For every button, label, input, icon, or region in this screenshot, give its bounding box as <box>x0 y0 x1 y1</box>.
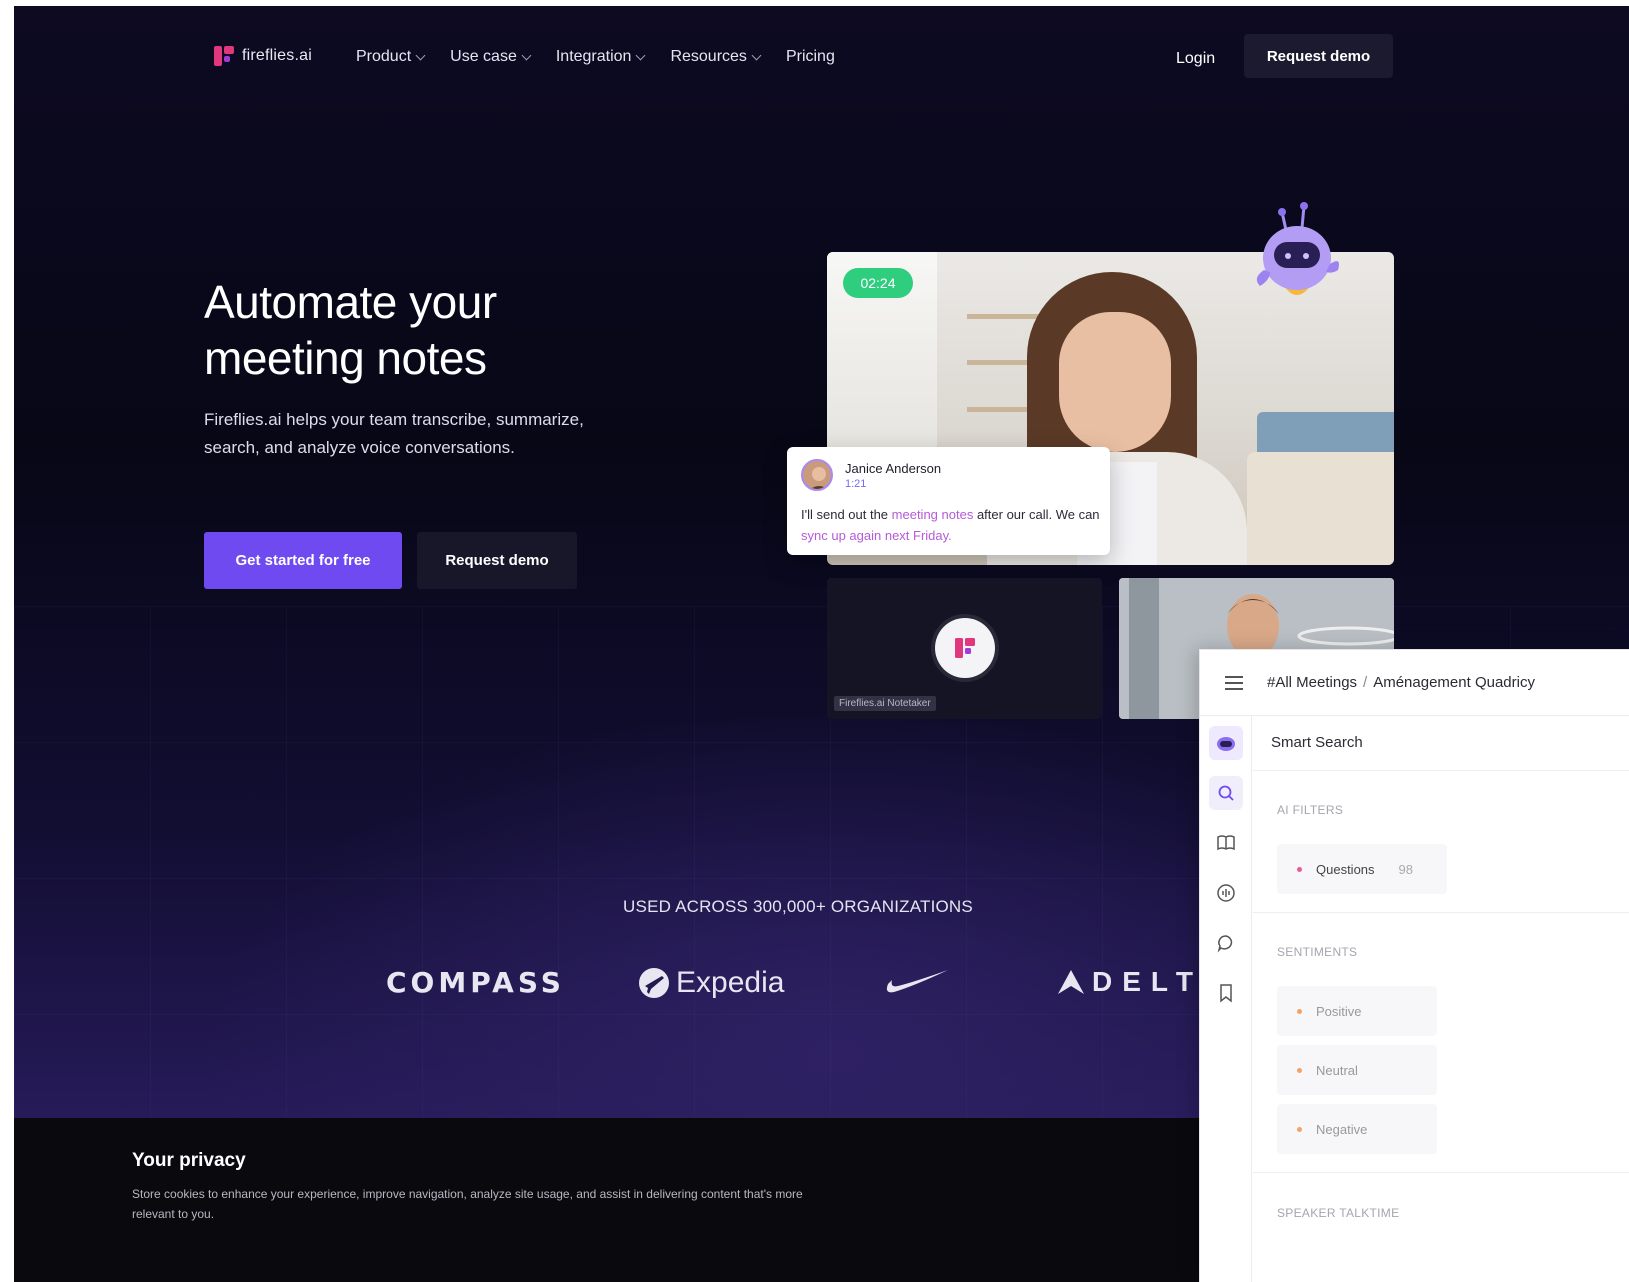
app-panel: #All Meetings / Aménagement Quadricy Smart… <box>1199 649 1629 1282</box>
transcript-text: I'll send out the meeting notes after ou… <box>801 507 1100 543</box>
privacy-text: Store cookies to enhance your experience… <box>132 1187 803 1221</box>
nav-item-label: Use case <box>450 48 517 65</box>
status-dot <box>1297 1126 1302 1132</box>
filter-chip-neutral[interactable]: Neutral <box>1277 1045 1437 1095</box>
notetaker-tile: Fireflies.ai Notetaker <box>827 578 1102 719</box>
logo-text: fireflies.ai <box>242 47 312 64</box>
notetaker-label: Fireflies.ai Notetaker <box>834 696 936 711</box>
nav-item-use-case[interactable]: Use case <box>450 48 532 66</box>
app-topbar: #All Meetings / Aménagement Quadricy <box>1200 650 1629 716</box>
avatar <box>801 459 833 491</box>
nav-item-product[interactable]: Product <box>356 48 426 66</box>
speaker-name: Janice Anderson <box>845 461 942 476</box>
nav-menu: Product Use case Integration Resources P… <box>356 48 835 66</box>
filter-count: 98 <box>1398 861 1414 877</box>
highlight-keyword: meeting notes <box>891 507 974 522</box>
chevron-down-icon <box>415 50 426 60</box>
hero-title-line: Automate your <box>204 276 497 328</box>
filter-chip-negative[interactable]: Negative <box>1277 1104 1437 1154</box>
logo[interactable]: fireflies.ai <box>214 46 312 66</box>
nav-item-label: Product <box>356 48 412 65</box>
nav-item-pricing[interactable]: Pricing <box>786 48 835 66</box>
participant-face <box>1059 312 1171 452</box>
audio-icon[interactable] <box>1209 876 1243 910</box>
nike-logo <box>884 966 950 1001</box>
call-timer: 02:24 <box>843 268 913 298</box>
request-demo-button[interactable]: Request demo <box>1244 34 1393 78</box>
nav-item-label: Pricing <box>785 48 835 65</box>
top-nav: fireflies.ai Product Use case Integratio… <box>14 6 1629 106</box>
hero-request-demo-button[interactable]: Request demo <box>417 532 577 589</box>
chat-icon[interactable] <box>1209 926 1243 960</box>
get-started-button[interactable]: Get started for free <box>204 532 402 589</box>
status-dot <box>1297 1008 1302 1014</box>
chevron-down-icon <box>751 50 762 60</box>
expedia-plane-icon <box>639 968 669 998</box>
chevron-down-icon <box>636 50 646 60</box>
bookmark-icon[interactable] <box>1209 976 1243 1010</box>
menu-icon[interactable] <box>1225 676 1243 690</box>
compass-logo: COMPASS <box>386 966 565 999</box>
ai-filters-label: AI FILTERS <box>1277 803 1344 817</box>
sentiments-label: SENTIMENTS <box>1277 945 1358 959</box>
nav-item-label: Integration <box>555 48 632 65</box>
speaker-talktime-label: SPEAKER TALKTIME <box>1277 1206 1400 1220</box>
nike-swoosh-icon <box>886 970 948 993</box>
filter-chip-positive[interactable]: Positive <box>1277 986 1437 1036</box>
status-dot <box>1297 866 1302 872</box>
status-dot <box>1297 1067 1302 1073</box>
breadcrumb: #All Meetings / Aménagement Quadricy <box>1267 674 1535 691</box>
expedia-logo: Expedia <box>638 966 784 1000</box>
hero-title-line: meeting notes <box>204 332 487 384</box>
breadcrumb-current: Aménagement Quadricy <box>1373 674 1535 691</box>
search-icon[interactable] <box>1209 776 1243 810</box>
login-link[interactable]: Login <box>1176 50 1215 68</box>
fireflies-logo-icon <box>214 46 234 66</box>
hero-subtitle: Fireflies.ai helps your team transcribe,… <box>204 410 584 457</box>
breadcrumb-root[interactable]: #All Meetings <box>1267 674 1357 691</box>
fireflies-logo-icon <box>935 618 995 678</box>
delta-triangle-icon <box>1058 970 1084 994</box>
highlight-keyword: sync up again next Friday. <box>801 528 952 543</box>
filter-chip-questions[interactable]: Questions 98 <box>1277 844 1447 894</box>
speaker-timestamp: 1:21 <box>845 478 867 490</box>
hero-title: Automate your meeting notes <box>204 274 497 386</box>
chevron-down-icon <box>521 50 532 60</box>
smart-search-title[interactable]: Smart Search <box>1271 734 1363 751</box>
book-icon[interactable] <box>1209 826 1243 860</box>
robot-icon[interactable] <box>1209 726 1243 760</box>
nav-item-label: Resources <box>670 48 747 65</box>
robot-mascot-icon <box>1256 202 1339 295</box>
app-sidebar <box>1200 716 1252 1282</box>
transcript-chat-card: Janice Anderson 1:21 I'll send out the m… <box>787 447 1110 555</box>
nav-item-resources[interactable]: Resources <box>670 48 762 66</box>
privacy-title: Your privacy <box>132 1150 246 1171</box>
nav-item-integration[interactable]: Integration <box>555 48 646 66</box>
